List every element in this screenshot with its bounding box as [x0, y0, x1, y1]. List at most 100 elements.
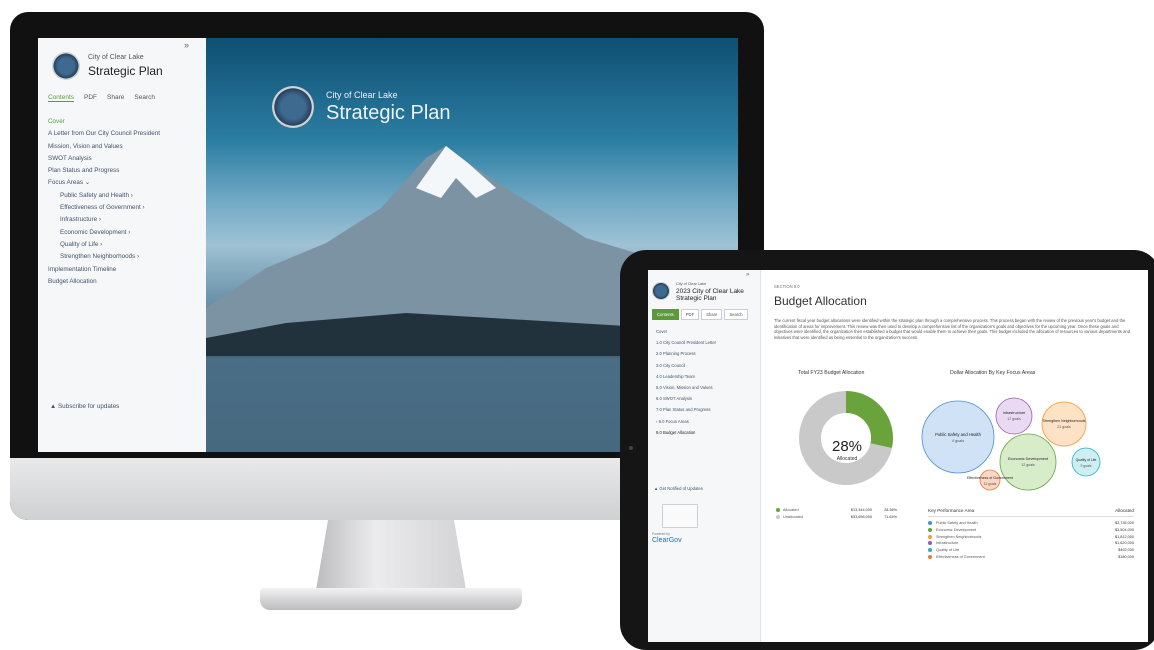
bubble-goals: 9 goals [1081, 464, 1092, 468]
table-row: Quality of Life $492,000 [928, 547, 1134, 554]
tablet-device: » City of Clear Lake 2023 City of Clear … [620, 250, 1154, 650]
bell-icon: ▲ [654, 486, 659, 491]
row-value: $492,000 [1118, 548, 1134, 553]
legend-row-unallocated: Unallocated $33,656,000 71.64% [776, 513, 897, 520]
bubble-neighborhoods [1041, 401, 1087, 447]
tab-search[interactable]: Search [134, 94, 155, 102]
sidebar-nav: Cover A Letter from Our City Council Pre… [48, 116, 160, 288]
legend-label: Unallocated [783, 514, 804, 519]
nav-subitem-label: Strengthen Neighborhoods [60, 253, 136, 261]
nav-subitem-effectiveness[interactable]: Effectiveness of Government › [48, 202, 160, 214]
nav-item-budget[interactable]: 9.0 Budget Allocation [656, 427, 716, 438]
legend-row-allocated: Allocated $13,344,000 28.36% [776, 506, 897, 513]
bubble-label: Quality of Life [1076, 458, 1097, 462]
tab-pdf[interactable]: PDF [680, 309, 700, 320]
nav-subitem-label: Economic Development [60, 228, 127, 236]
nav-item-vision[interactable]: 5.0 Vision, Mission and Values [656, 382, 716, 393]
chevron-right-icon: › [100, 240, 103, 248]
nav-item-cover[interactable]: Cover [656, 326, 716, 337]
powered-by-label: Powered by [652, 532, 670, 536]
bubble-goals: 21 goals [1057, 425, 1071, 429]
nav-item-swot[interactable]: 6.0 SWOT Analysis [656, 393, 716, 404]
row-label: Public Safety and Health [936, 521, 978, 526]
nav-item-letter[interactable]: 1.0 City Council President Letter [656, 337, 716, 348]
cleargov-logo[interactable]: ClearGov [652, 537, 682, 544]
notify-link[interactable]: ▲ Get Notified of Updates [654, 486, 703, 491]
bubble-goals: 11 goals [984, 482, 997, 486]
nav-item-letter[interactable]: A Letter from Our City Council President [48, 128, 160, 140]
collapse-sidebar-icon[interactable]: » [184, 40, 189, 50]
nav-item-focus-areas[interactable]: Focus Areas ⌄ [48, 177, 160, 189]
intro-paragraph: The current fiscal year budget allocatio… [774, 318, 1131, 341]
nav-item-swot[interactable]: SWOT Analysis [48, 153, 160, 165]
nav-item-plan-status[interactable]: 7.0 Plan Status and Progress [656, 404, 716, 415]
nav-item-timeline[interactable]: Implementation Timeline [48, 264, 160, 276]
monitor-stand [316, 520, 466, 590]
row-swatch [928, 528, 932, 533]
row-label: Economic Development [936, 528, 977, 533]
sidebar-city-name: City of Clear Lake [88, 54, 144, 61]
legend-label: Allocated [783, 507, 799, 512]
nav-subitem-public-safety[interactable]: Public Safety and Health › [48, 190, 160, 202]
tablet-sidebar: » City of Clear Lake 2023 City of Clear … [648, 270, 761, 642]
monitor-stand-base [260, 588, 522, 610]
nav-item-focus-areas[interactable]: › 8.0 Focus Areas [656, 416, 716, 427]
tab-search[interactable]: Search [724, 309, 748, 320]
chevron-right-icon: › [142, 204, 145, 212]
table-header-allocated: Allocated [1115, 508, 1134, 513]
row-swatch [928, 534, 932, 539]
tab-pdf[interactable]: PDF [84, 94, 97, 102]
row-swatch [928, 541, 932, 546]
nav-item-focus-areas-label: Focus Areas [48, 179, 83, 187]
chevron-down-icon: ⌄ [84, 179, 91, 187]
row-value: $1,812,000 [1114, 534, 1134, 539]
table-row: Infrastructure $1,620,000 [928, 540, 1134, 547]
nav-item-mission[interactable]: Mission, Vision and Values [48, 141, 160, 153]
bubble-label: Infrastructure [1003, 411, 1025, 415]
bubble-chart-title: Dollar Allocation By Key Focus Areas [950, 370, 1036, 376]
chevron-right-icon: › [128, 228, 131, 236]
nav-item-budget[interactable]: Budget Allocation [48, 276, 160, 288]
nav-subitem-infrastructure[interactable]: Infrastructure › [48, 214, 160, 226]
bubble-public-safety [921, 400, 995, 474]
tab-contents[interactable]: Contents [652, 309, 679, 320]
nav-subitem-label: Infrastructure [60, 216, 98, 224]
sidebar-plan-title: 2023 City of Clear Lake Strategic Plan [676, 288, 744, 302]
performance-area-table: Key Performance Area Allocated Public Sa… [928, 508, 1134, 560]
focus-area-bubble-chart: Public Safety and Health 4 goals Infrast… [921, 397, 1101, 491]
row-label: Effectiveness of Government [936, 554, 985, 559]
city-seal-logo [52, 52, 80, 80]
nav-item-leadership[interactable]: 4.0 Leadership Team [656, 371, 716, 382]
table-row: Public Safety and Health $3,736,000 [928, 520, 1134, 527]
nav-item-council[interactable]: 3.0 City Council [656, 360, 716, 371]
nav-item-focus-label: 8.0 Focus Areas [658, 418, 689, 424]
legend-swatch-unallocated [776, 514, 780, 519]
row-value: $1,620,000 [1114, 541, 1134, 546]
tab-contents[interactable]: Contents [48, 94, 75, 102]
collapse-sidebar-icon[interactable]: » [746, 272, 749, 278]
tab-share[interactable]: Share [107, 94, 124, 102]
document-thumbnail[interactable] [662, 504, 698, 528]
donut-sub-label: Allocated [836, 456, 858, 462]
table-row: Economic Development $3,504,000 [928, 527, 1134, 534]
nav-item-cover[interactable]: Cover [48, 116, 160, 128]
legend-percent: 71.64% [884, 514, 897, 519]
chevron-right-icon: › [98, 216, 101, 224]
tablet-main-content: SECTION 9.0 Budget Allocation The curren… [760, 270, 1148, 642]
donut-legend: Allocated $13,344,000 28.36% Unallocated… [776, 506, 897, 520]
donut-chart-title: Total FY23 Budget Allocation [798, 370, 865, 376]
tab-share[interactable]: Share [701, 309, 723, 320]
nav-subitem-quality[interactable]: Quality of Life › [48, 239, 160, 251]
nav-item-planning[interactable]: 2.0 Planning Process [656, 348, 716, 359]
table-row: Strengthen Neighborhoods $1,812,000 [928, 533, 1134, 540]
subscribe-link[interactable]: ▲ Subscribe for updates [50, 403, 119, 410]
bell-icon: ▲ [50, 403, 57, 410]
row-label: Strengthen Neighborhoods [936, 534, 982, 539]
bubble-quality [1071, 447, 1101, 477]
nav-subitem-economic[interactable]: Economic Development › [48, 227, 160, 239]
hero-city-seal [272, 86, 314, 128]
nav-item-plan-status[interactable]: Plan Status and Progress [48, 165, 160, 177]
nav-subitem-neighborhoods[interactable]: Strengthen Neighborhoods › [48, 251, 160, 263]
row-value: $3,736,000 [1114, 521, 1134, 526]
tablet-screen: » City of Clear Lake 2023 City of Clear … [648, 270, 1148, 642]
